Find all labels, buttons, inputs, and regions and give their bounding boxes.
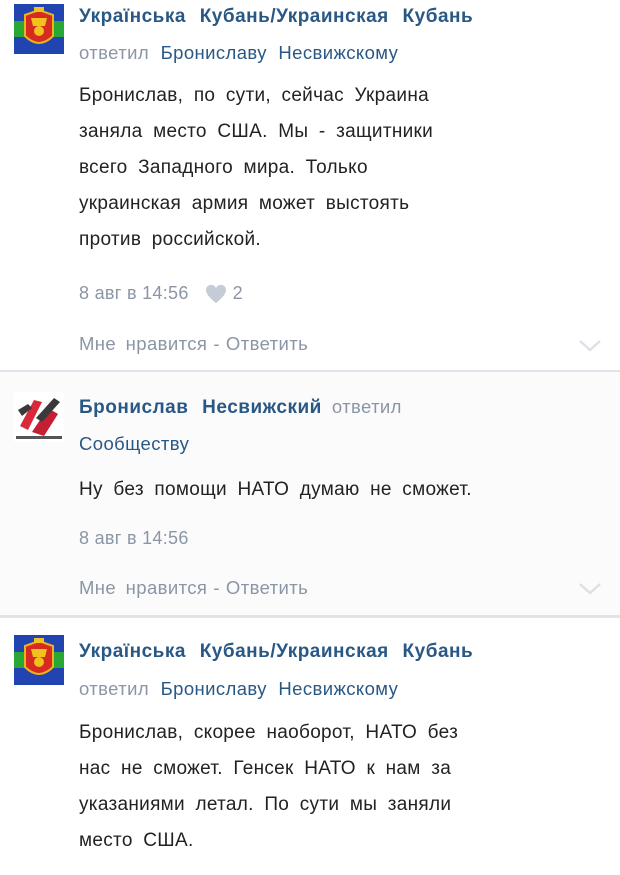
comment-line: Бронислав, по сути, сейчас Украина — [79, 85, 429, 106]
comment-author[interactable]: Бронислав Несвижский — [79, 397, 322, 419]
comment-line: всего Западного мира. Только — [79, 157, 368, 178]
comment-1: Українська Кубань/Украинская Кубань отве… — [0, 0, 620, 372]
comment-line: указаниями летал. По сути мы заняли — [79, 794, 452, 815]
comment-meta: 8 авг в 14:56 2 — [79, 283, 600, 304]
kuban-coat-of-arms-avatar[interactable] — [14, 4, 64, 54]
timestamp[interactable]: 8 авг в 14:56 — [79, 528, 189, 549]
comment-line: нас не сможет. Генсек НАТО к нам за — [79, 758, 452, 779]
profile-photo-avatar[interactable] — [14, 392, 64, 442]
comment-actions: Мне нравится - Ответить — [79, 577, 600, 599]
reply-to-prefix: ответил — [79, 678, 150, 699]
like-button[interactable]: Мне нравится — [79, 333, 207, 354]
action-separator: - — [213, 333, 220, 354]
chevron-down-icon[interactable] — [578, 339, 602, 353]
comment-author[interactable]: Українська Кубань/Украинская Кубань — [79, 641, 600, 663]
comment-line: Ну без помощи НАТО думаю не сможет. — [79, 479, 472, 500]
action-separator: - — [213, 577, 220, 598]
reply-to-prefix: ответил — [331, 396, 402, 417]
comment-line: украинская армия может выстоять — [79, 193, 410, 214]
reply-to-name[interactable]: Сообществу — [79, 433, 189, 454]
comment-body: Ну без помощи НАТО думаю не сможет. — [79, 472, 600, 508]
reply-to-line: ответил Брониславу Несвижскому — [79, 42, 600, 64]
reply-to-line: ответил Брониславу Несвижскому — [79, 678, 600, 700]
chevron-down-icon[interactable] — [578, 582, 602, 596]
like-button[interactable]: Мне нравится — [79, 577, 207, 598]
comment-author[interactable]: Українська Кубань/Украинская Кубань — [79, 6, 600, 28]
comment-actions: Мне нравится - Ответить — [79, 333, 600, 355]
heart-icon[interactable] — [205, 284, 227, 304]
reply-to-prefix: ответил — [79, 42, 150, 63]
kuban-coat-of-arms-avatar[interactable] — [14, 635, 64, 685]
timestamp[interactable]: 8 авг в 14:56 — [79, 283, 189, 304]
reply-button[interactable]: Ответить — [226, 577, 308, 598]
comment-line: против российской. — [79, 229, 261, 250]
comment-line: место США. — [79, 830, 194, 851]
like-count: 2 — [232, 283, 243, 303]
reply-to-name[interactable]: Брониславу Несвижскому — [161, 42, 399, 63]
reply-to-name[interactable]: Брониславу Несвижскому — [161, 678, 399, 699]
comment-line: Бронислав, скорее наоборот, НАТО без — [79, 722, 459, 743]
comment-line: заняла место США. Мы - защитники — [79, 121, 434, 142]
reply-button[interactable]: Ответить — [226, 333, 308, 354]
comment-body: Бронислав, скорее наоборот, НАТО без нас… — [79, 715, 600, 859]
comment-body: Бронислав, по сути, сейчас Украина занял… — [79, 78, 600, 258]
reply-to-line: Сообществу — [79, 433, 600, 455]
comment-author-line: Бронислав Несвижский ответил — [79, 396, 600, 419]
comment-meta: 8 авг в 14:56 — [79, 528, 600, 549]
